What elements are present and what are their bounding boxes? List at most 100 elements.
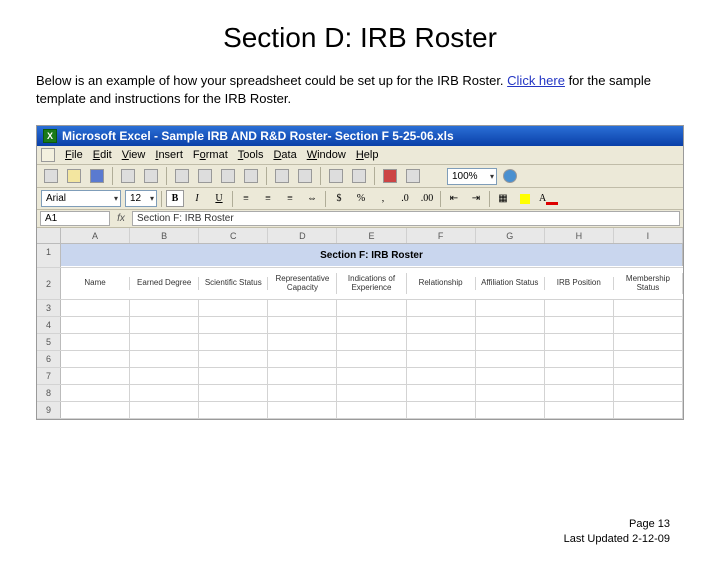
window-title: Microsoft Excel - Sample IRB AND R&D Ros… bbox=[62, 129, 454, 143]
merge-center-button[interactable]: ⇔ bbox=[303, 190, 321, 207]
col-header[interactable]: D bbox=[268, 228, 337, 243]
col-header[interactable]: G bbox=[476, 228, 545, 243]
menu-file[interactable]: File bbox=[65, 149, 83, 161]
spelling-button[interactable] bbox=[172, 167, 192, 185]
header-cell[interactable]: IRB Position bbox=[545, 277, 614, 290]
row-header[interactable]: 1 bbox=[37, 244, 61, 267]
col-header[interactable]: I bbox=[614, 228, 683, 243]
decrease-decimal-button[interactable]: .00 bbox=[418, 190, 436, 207]
formatting-toolbar: Arial 12 B I U ≡ ≡ ≡ ⇔ $ % , .0 .00 ⇤ ⇥ … bbox=[37, 188, 683, 210]
menu-format[interactable]: Format bbox=[193, 149, 228, 161]
header-cell[interactable]: Representative Capacity bbox=[268, 273, 337, 295]
new-button[interactable] bbox=[41, 167, 61, 185]
select-all-corner[interactable] bbox=[37, 228, 61, 243]
worksheet: A B C D E F G H I 1 Section F: IRB Roste… bbox=[37, 228, 683, 419]
last-updated: Last Updated 2-12-09 bbox=[564, 532, 670, 546]
fx-icon[interactable]: fx bbox=[113, 210, 129, 227]
currency-button[interactable]: $ bbox=[330, 190, 348, 207]
row-header[interactable]: 5 bbox=[37, 334, 61, 350]
name-box[interactable]: A1 bbox=[40, 211, 110, 226]
click-here-link[interactable]: Click here bbox=[507, 73, 565, 88]
copy-button[interactable] bbox=[218, 167, 238, 185]
menu-tools[interactable]: Tools bbox=[238, 149, 264, 161]
row-header[interactable]: 3 bbox=[37, 300, 61, 316]
chart-button[interactable] bbox=[380, 167, 400, 185]
help-button[interactable] bbox=[500, 167, 520, 185]
excel-screenshot: X Microsoft Excel - Sample IRB AND R&D R… bbox=[36, 125, 684, 420]
menu-bar: File Edit View Insert Format Tools Data … bbox=[37, 146, 683, 165]
drawing-button[interactable] bbox=[403, 167, 423, 185]
percent-button[interactable]: % bbox=[352, 190, 370, 207]
intro-paragraph: Below is an example of how your spreadsh… bbox=[0, 72, 720, 107]
table-row: 5 bbox=[37, 334, 683, 351]
increase-indent-button[interactable]: ⇥ bbox=[467, 190, 485, 207]
col-header[interactable]: B bbox=[130, 228, 199, 243]
undo-button[interactable] bbox=[272, 167, 292, 185]
header-cell[interactable]: Scientific Status bbox=[199, 277, 268, 290]
fill-color-button[interactable] bbox=[516, 190, 534, 207]
row-header[interactable]: 6 bbox=[37, 351, 61, 367]
row-header[interactable]: 2 bbox=[37, 268, 61, 299]
comma-button[interactable]: , bbox=[374, 190, 392, 207]
intro-text-prefix: Below is an example of how your spreadsh… bbox=[36, 73, 507, 88]
borders-button[interactable]: ▦ bbox=[494, 190, 512, 207]
align-right-button[interactable]: ≡ bbox=[281, 190, 299, 207]
header-cell[interactable]: Relationship bbox=[407, 277, 476, 290]
open-button[interactable] bbox=[64, 167, 84, 185]
menu-help[interactable]: Help bbox=[356, 149, 379, 161]
header-cell[interactable]: Affiliation Status bbox=[476, 277, 545, 290]
header-cell[interactable]: Indications of Experience bbox=[337, 273, 406, 295]
cut-button[interactable] bbox=[195, 167, 215, 185]
col-header[interactable]: A bbox=[61, 228, 130, 243]
table-row: 2 Name Earned Degree Scientific Status R… bbox=[37, 268, 683, 300]
header-cell[interactable]: Membership Status bbox=[614, 273, 683, 295]
row-header[interactable]: 7 bbox=[37, 368, 61, 384]
table-row: 1 Section F: IRB Roster bbox=[37, 244, 683, 268]
font-color-button[interactable]: A bbox=[538, 190, 559, 207]
increase-decimal-button[interactable]: .0 bbox=[396, 190, 414, 207]
formula-bar[interactable]: Section F: IRB Roster bbox=[132, 211, 680, 226]
menu-insert[interactable]: Insert bbox=[155, 149, 183, 161]
row-header[interactable]: 8 bbox=[37, 385, 61, 401]
section-header-cell[interactable]: Section F: IRB Roster bbox=[61, 244, 683, 266]
print-button[interactable] bbox=[118, 167, 138, 185]
font-size-dropdown[interactable]: 12 bbox=[125, 190, 157, 207]
menu-view[interactable]: View bbox=[122, 149, 146, 161]
paste-button[interactable] bbox=[241, 167, 261, 185]
redo-button[interactable] bbox=[295, 167, 315, 185]
col-header[interactable]: H bbox=[545, 228, 614, 243]
font-name-dropdown[interactable]: Arial bbox=[41, 190, 121, 207]
align-left-button[interactable]: ≡ bbox=[237, 190, 255, 207]
col-header[interactable]: C bbox=[199, 228, 268, 243]
excel-app-icon: X bbox=[43, 129, 57, 143]
row-header[interactable]: 4 bbox=[37, 317, 61, 333]
sort-desc-button[interactable] bbox=[349, 167, 369, 185]
decrease-indent-button[interactable]: ⇤ bbox=[445, 190, 463, 207]
menu-edit[interactable]: Edit bbox=[93, 149, 112, 161]
sort-asc-button[interactable] bbox=[326, 167, 346, 185]
slide-footer: Page 13 Last Updated 2-12-09 bbox=[564, 517, 670, 546]
column-headers: A B C D E F G H I bbox=[37, 228, 683, 244]
col-header[interactable]: F bbox=[407, 228, 476, 243]
align-center-button[interactable]: ≡ bbox=[259, 190, 277, 207]
standard-toolbar: 100% bbox=[37, 165, 683, 188]
table-row: 4 bbox=[37, 317, 683, 334]
zoom-dropdown[interactable]: 100% bbox=[447, 168, 497, 185]
document-icon bbox=[41, 148, 55, 162]
header-cell[interactable]: Earned Degree bbox=[130, 277, 199, 290]
save-button[interactable] bbox=[87, 167, 107, 185]
formula-bar-row: A1 fx Section F: IRB Roster bbox=[37, 210, 683, 228]
italic-button[interactable]: I bbox=[188, 190, 206, 207]
row-header[interactable]: 9 bbox=[37, 402, 61, 418]
bold-button[interactable]: B bbox=[166, 190, 184, 207]
table-row: 6 bbox=[37, 351, 683, 368]
table-row: 7 bbox=[37, 368, 683, 385]
col-header[interactable]: E bbox=[337, 228, 406, 243]
header-cell[interactable]: Name bbox=[61, 277, 130, 290]
menu-window[interactable]: Window bbox=[307, 149, 346, 161]
menu-data[interactable]: Data bbox=[273, 149, 296, 161]
underline-button[interactable]: U bbox=[210, 190, 228, 207]
print-preview-button[interactable] bbox=[141, 167, 161, 185]
page-title: Section D: IRB Roster bbox=[0, 22, 720, 54]
table-row: 8 bbox=[37, 385, 683, 402]
